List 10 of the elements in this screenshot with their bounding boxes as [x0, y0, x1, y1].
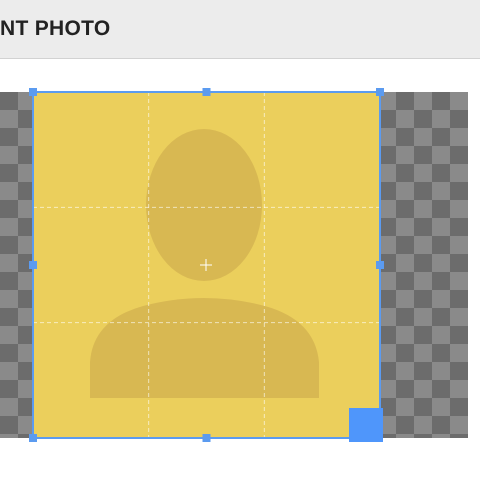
crosshair-icon	[200, 258, 212, 272]
crop-handle[interactable]	[376, 261, 384, 269]
resize-handle[interactable]	[349, 408, 383, 442]
crop-handle[interactable]	[29, 88, 37, 96]
crop-handle[interactable]	[202, 88, 210, 96]
crop-handle[interactable]	[29, 434, 37, 442]
crop-handle[interactable]	[376, 88, 384, 96]
crop-handle[interactable]	[29, 261, 37, 269]
page-title: NT PHOTO	[0, 16, 111, 42]
crop-handle[interactable]	[202, 434, 210, 442]
